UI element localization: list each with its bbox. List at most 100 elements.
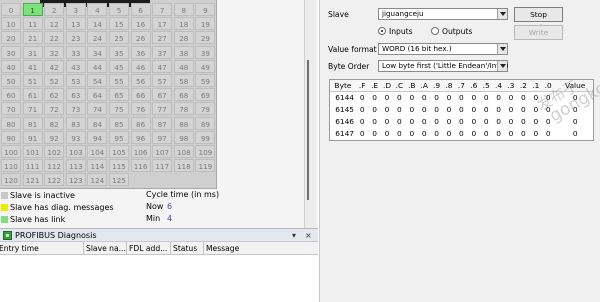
slave-cell[interactable]: 103 bbox=[65, 145, 86, 158]
slave-cell[interactable]: 68 bbox=[173, 88, 194, 102]
slave-cell[interactable]: 86 bbox=[130, 116, 151, 130]
slave-cell[interactable]: 11 bbox=[22, 17, 43, 31]
slave-cell[interactable]: 92 bbox=[44, 130, 65, 144]
slave-cell[interactable]: 32 bbox=[44, 45, 65, 59]
slave-cell[interactable]: 111 bbox=[22, 159, 43, 173]
slave-cell[interactable]: 70 bbox=[1, 102, 21, 116]
outputs-radio[interactable] bbox=[431, 27, 439, 35]
slave-cell[interactable]: 78 bbox=[173, 102, 194, 116]
slave-cell[interactable]: 109 bbox=[195, 145, 216, 158]
slave-cell[interactable]: 7 bbox=[152, 3, 173, 16]
slave-cell[interactable]: 75 bbox=[109, 102, 129, 116]
column-message[interactable]: Message bbox=[204, 242, 318, 255]
column-slave-name[interactable]: Slave na... bbox=[84, 242, 127, 255]
slave-cell[interactable]: 82 bbox=[44, 116, 65, 130]
slave-cell[interactable]: 2 bbox=[44, 3, 65, 16]
slave-cell[interactable]: 61 bbox=[22, 88, 43, 102]
slave-cell[interactable]: 10 bbox=[1, 17, 21, 31]
slave-cell[interactable]: 83 bbox=[65, 116, 86, 130]
slave-cell[interactable]: 58 bbox=[173, 74, 194, 87]
slave-cell[interactable]: 97 bbox=[152, 130, 173, 144]
slave-cell[interactable]: 37 bbox=[152, 45, 173, 59]
slave-cell[interactable]: 45 bbox=[109, 59, 129, 73]
slave-cell[interactable]: 76 bbox=[130, 102, 151, 116]
slave-cell[interactable]: 60 bbox=[1, 88, 21, 102]
slave-cell[interactable]: 23 bbox=[65, 31, 86, 45]
slave-cell[interactable]: 21 bbox=[22, 31, 43, 45]
slave-cell[interactable]: 49 bbox=[195, 59, 216, 73]
slave-cell[interactable]: 50 bbox=[1, 74, 21, 87]
slave-cell[interactable]: 91 bbox=[22, 130, 43, 144]
vertical-scrollbar[interactable] bbox=[304, 0, 316, 228]
chevron-down-icon[interactable] bbox=[497, 61, 507, 71]
slave-cell[interactable]: 123 bbox=[65, 173, 86, 187]
slave-cell[interactable]: 55 bbox=[109, 74, 129, 87]
close-icon[interactable]: × bbox=[305, 229, 312, 242]
slave-cell[interactable]: 114 bbox=[87, 159, 108, 173]
slave-cell[interactable]: 1 bbox=[22, 3, 43, 16]
slave-cell[interactable]: 113 bbox=[65, 159, 86, 173]
slave-cell[interactable]: 96 bbox=[130, 130, 151, 144]
slave-cell[interactable]: 62 bbox=[44, 88, 65, 102]
slave-cell[interactable]: 64 bbox=[87, 88, 108, 102]
slave-cell[interactable]: 115 bbox=[109, 159, 129, 173]
slave-cell[interactable]: 65 bbox=[109, 88, 129, 102]
slave-cell[interactable]: 124 bbox=[87, 173, 108, 187]
byte-order-select[interactable]: Low byte first ('Little Endean'/Intel) bbox=[378, 60, 508, 72]
slave-cell[interactable]: 26 bbox=[130, 31, 151, 45]
column-status[interactable]: Status bbox=[171, 242, 204, 255]
slave-cell[interactable]: 110 bbox=[1, 159, 21, 173]
slave-cell[interactable]: 24 bbox=[87, 31, 108, 45]
slave-cell[interactable]: 71 bbox=[22, 102, 43, 116]
slave-cell[interactable]: 16 bbox=[130, 17, 151, 31]
slave-cell[interactable]: 19 bbox=[195, 17, 216, 31]
chevron-down-icon[interactable] bbox=[497, 44, 507, 54]
slave-cell[interactable]: 106 bbox=[130, 145, 151, 158]
slave-cell[interactable]: 121 bbox=[22, 173, 43, 187]
slave-cell[interactable]: 51 bbox=[22, 74, 43, 87]
slave-cell[interactable]: 34 bbox=[87, 45, 108, 59]
slave-cell[interactable]: 42 bbox=[44, 59, 65, 73]
slave-cell[interactable]: 35 bbox=[109, 45, 129, 59]
stop-monitor-button[interactable]: Stop Monitor bbox=[514, 7, 563, 32]
slave-cell[interactable]: 94 bbox=[87, 130, 108, 144]
slave-cell[interactable]: 119 bbox=[195, 159, 216, 173]
slave-cell[interactable]: 93 bbox=[65, 130, 86, 144]
slave-cell[interactable]: 80 bbox=[1, 116, 21, 130]
slave-cell[interactable]: 48 bbox=[173, 59, 194, 73]
slave-cell[interactable]: 3 bbox=[65, 3, 86, 16]
slave-cell[interactable]: 100 bbox=[1, 145, 21, 158]
slave-cell[interactable]: 125 bbox=[109, 173, 129, 187]
inputs-radio[interactable] bbox=[378, 27, 386, 35]
slave-cell[interactable]: 84 bbox=[87, 116, 108, 130]
slave-cell[interactable]: 99 bbox=[195, 130, 216, 144]
slave-cell[interactable]: 57 bbox=[152, 74, 173, 87]
slave-cell[interactable]: 56 bbox=[130, 74, 151, 87]
slave-cell[interactable]: 66 bbox=[130, 88, 151, 102]
scrollbar-thumb[interactable] bbox=[307, 60, 309, 200]
slave-cell[interactable]: 38 bbox=[173, 45, 194, 59]
slave-cell[interactable]: 120 bbox=[1, 173, 21, 187]
slave-cell[interactable]: 31 bbox=[22, 45, 43, 59]
slave-cell[interactable]: 63 bbox=[65, 88, 86, 102]
slave-cell[interactable]: 118 bbox=[173, 159, 194, 173]
slave-cell[interactable]: 6 bbox=[130, 3, 151, 16]
column-entry-time[interactable]: Entry time bbox=[0, 242, 84, 255]
slave-cell[interactable]: 77 bbox=[152, 102, 173, 116]
slave-cell[interactable]: 108 bbox=[173, 145, 194, 158]
slave-cell[interactable]: 101 bbox=[22, 145, 43, 158]
slave-cell[interactable]: 39 bbox=[195, 45, 216, 59]
slave-select[interactable]: jiguangceju bbox=[378, 8, 508, 20]
slave-cell[interactable]: 72 bbox=[44, 102, 65, 116]
slave-cell[interactable]: 30 bbox=[1, 45, 21, 59]
slave-cell[interactable]: 15 bbox=[109, 17, 129, 31]
slave-cell[interactable]: 8 bbox=[173, 3, 194, 16]
slave-cell[interactable]: 18 bbox=[173, 17, 194, 31]
slave-cell[interactable]: 22 bbox=[44, 31, 65, 45]
slave-cell[interactable]: 36 bbox=[130, 45, 151, 59]
slave-cell[interactable]: 74 bbox=[87, 102, 108, 116]
slave-cell[interactable]: 87 bbox=[152, 116, 173, 130]
pane-menu-icon[interactable]: ▾ bbox=[292, 229, 296, 242]
slave-cell[interactable]: 28 bbox=[173, 31, 194, 45]
slave-cell[interactable]: 69 bbox=[195, 88, 216, 102]
